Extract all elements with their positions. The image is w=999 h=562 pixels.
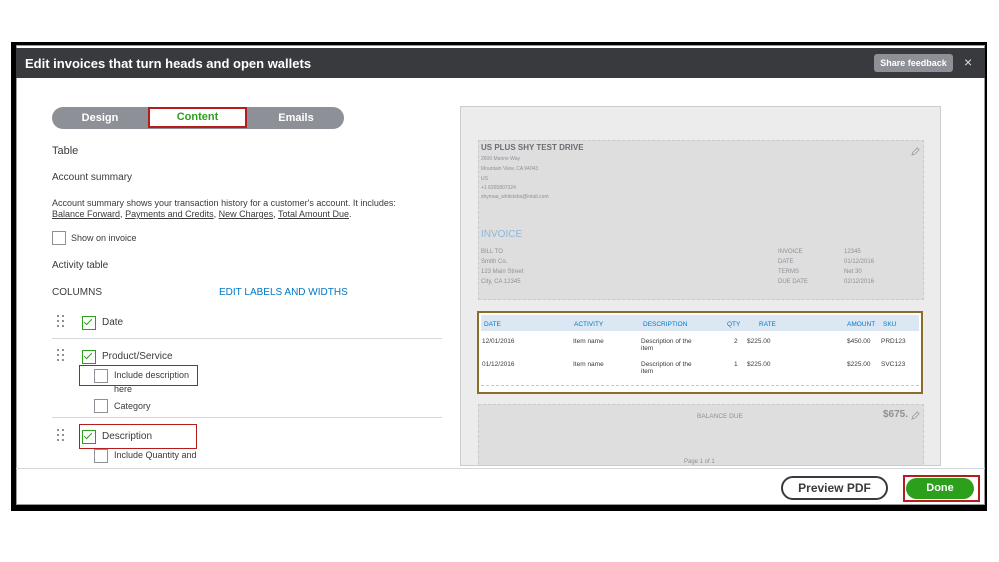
- account-summary-description: Account summary shows your transaction h…: [52, 198, 396, 208]
- bill-to-line: 123 Main Street: [481, 269, 524, 275]
- edit-labels-widths-link[interactable]: EDIT LABELS AND WIDTHS: [219, 287, 348, 298]
- cell-rate: $225.00: [747, 338, 771, 345]
- company-name: US PLUS SHY TEST DRIVE: [481, 143, 584, 152]
- footer-block[interactable]: BALANCE DUE $675. Page 1 of 1: [478, 404, 924, 465]
- tab-content[interactable]: Content: [148, 107, 247, 128]
- address-line: +1 6265807324: [481, 185, 516, 191]
- dialog-title: Edit invoices that turn heads and open w…: [25, 56, 312, 71]
- divider: [52, 417, 442, 418]
- cell-description-cont: item: [641, 368, 654, 375]
- meta-value: Net 30: [844, 269, 862, 275]
- cell-description-cont: item: [641, 345, 654, 352]
- cell-description: Description of the: [641, 338, 692, 345]
- meta-label: INVOICE: [778, 249, 803, 255]
- header-block[interactable]: US PLUS SHY TEST DRIVE 2600 Marine Way M…: [478, 140, 924, 300]
- tab-design[interactable]: Design: [52, 107, 148, 129]
- activity-table-heading: Activity table: [52, 260, 109, 271]
- address-line: Mountain View, CA 94043: [481, 166, 539, 172]
- footer-divider: [16, 468, 985, 469]
- pencil-icon[interactable]: [911, 147, 920, 156]
- page-label: Page 1 of 1: [684, 459, 715, 465]
- bill-to-label: BILL TO: [481, 249, 503, 255]
- desc-item-payments-credits: Payments and Credits: [125, 209, 214, 219]
- cell-activity: Item name: [573, 338, 604, 345]
- cell-qty: 2: [734, 338, 738, 345]
- include-quantity-label: Include Quantity and: [114, 450, 197, 460]
- activity-table-preview[interactable]: DATE ACTIVITY DESCRIPTION QTY RATE AMOUN…: [477, 311, 923, 394]
- drag-handle-icon[interactable]: [57, 349, 65, 361]
- th-activity: ACTIVITY: [574, 321, 604, 328]
- meta-label: DUE DATE: [778, 279, 808, 285]
- done-button[interactable]: Done: [906, 478, 974, 499]
- th-amount: AMOUNT: [847, 321, 876, 328]
- include-description-label-cont: here: [114, 384, 133, 394]
- tab-emails[interactable]: Emails: [248, 107, 344, 129]
- meta-label: DATE: [778, 259, 794, 265]
- share-feedback-button[interactable]: Share feedback: [874, 54, 953, 72]
- description-checkbox[interactable]: [82, 430, 96, 444]
- table-bottom-rule: [481, 385, 919, 386]
- bill-to-line: Smith Co.: [481, 259, 508, 265]
- cell-date: 01/12/2016: [482, 361, 515, 368]
- section-title: Table: [52, 145, 79, 157]
- balance-due-value: $675.: [883, 409, 909, 420]
- cell-sku: PRD123: [881, 338, 906, 345]
- column-date-label: Date: [102, 317, 124, 328]
- cell-sku: SVC123: [881, 361, 906, 368]
- balance-due-label: BALANCE DUE: [697, 413, 743, 420]
- close-icon[interactable]: ×: [964, 55, 972, 69]
- include-quantity-checkbox[interactable]: [94, 449, 108, 463]
- include-description-label: Include description: [114, 370, 190, 380]
- desc-item-total-amount-due: Total Amount Due: [278, 209, 350, 219]
- table-header: DATE ACTIVITY DESCRIPTION QTY RATE AMOUN…: [481, 315, 919, 331]
- cell-qty: 1: [734, 361, 738, 368]
- columns-label: COLUMNS: [52, 287, 103, 298]
- preview-pdf-button[interactable]: Preview PDF: [781, 476, 888, 500]
- cell-description: Description of the: [641, 361, 692, 368]
- cell-date: 12/01/2016: [482, 338, 515, 345]
- show-on-invoice-checkbox[interactable]: [52, 231, 66, 245]
- meta-value: 02/12/2016: [844, 279, 875, 285]
- meta-label: TERMS: [778, 269, 799, 275]
- drag-handle-icon[interactable]: [57, 315, 65, 327]
- desc-item-new-charges: New Charges: [218, 209, 274, 219]
- category-checkbox[interactable]: [94, 399, 108, 413]
- th-sku: SKU: [883, 321, 897, 328]
- cell-rate: $225.00: [747, 361, 771, 368]
- th-rate: RATE: [759, 321, 776, 328]
- th-description: DESCRIPTION: [643, 321, 688, 328]
- dialog-titlebar: Edit invoices that turn heads and open w…: [16, 48, 985, 78]
- pencil-icon[interactable]: [911, 411, 920, 420]
- drag-handle-icon[interactable]: [57, 429, 65, 441]
- desc-item-balance-forward: Balance Forward: [52, 209, 121, 219]
- include-description-checkbox[interactable]: [94, 369, 108, 383]
- category-label: Category: [114, 401, 151, 411]
- cell-amount: $450.00: [847, 338, 871, 345]
- th-qty: QTY: [727, 321, 741, 328]
- product-service-checkbox[interactable]: [82, 350, 96, 364]
- th-date: DATE: [484, 321, 501, 328]
- meta-value: 01/12/2016: [844, 259, 875, 265]
- divider: [52, 338, 442, 339]
- meta-value: 12345: [844, 249, 861, 255]
- date-checkbox[interactable]: [82, 316, 96, 330]
- bill-to-line: City, CA 12345: [481, 279, 521, 285]
- column-description-label: Description: [102, 431, 153, 442]
- address-line: 2600 Marine Way: [481, 156, 520, 162]
- address-line: shymaa_whitelebs@intuit.com: [481, 194, 549, 200]
- invoice-label: INVOICE: [481, 229, 523, 240]
- account-summary-items: Balance Forward, Payments and Credits, N…: [52, 209, 352, 219]
- invoice-preview: US PLUS SHY TEST DRIVE 2600 Marine Way M…: [460, 106, 941, 466]
- column-product-service-label: Product/Service: [102, 351, 173, 362]
- address-line: US: [481, 176, 488, 182]
- show-on-invoice-label: Show on invoice: [71, 233, 137, 243]
- cell-activity: Item name: [573, 361, 604, 368]
- cell-amount: $225.00: [847, 361, 871, 368]
- account-summary-heading: Account summary: [52, 172, 133, 183]
